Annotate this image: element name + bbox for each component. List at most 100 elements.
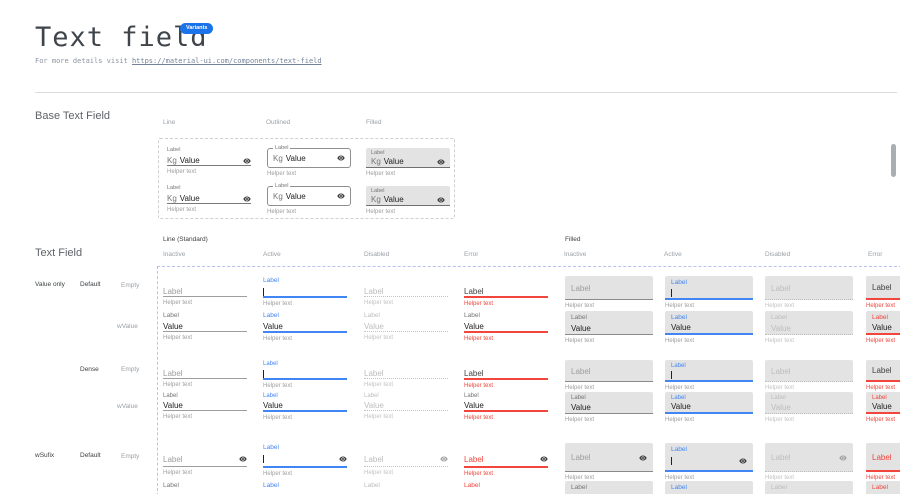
textfield-filled-inactive-dense-value[interactable]: LabelValueHelper text: [565, 392, 653, 424]
input-area: Label: [464, 368, 548, 378]
textfield-line-disabled-default-empty[interactable]: LabelHelper text: [364, 276, 448, 307]
input-area: Value: [771, 322, 847, 333]
textfield-filled-disabled-default-value[interactable]: LabelValueHelper text: [765, 311, 853, 345]
floating-label: Label: [163, 392, 247, 400]
textfield-filled-inactive-dense-empty[interactable]: LabelHelper text: [565, 360, 653, 392]
field-helper-text: Helper text: [263, 471, 347, 478]
state-header-line-disabled: Disabled: [364, 251, 389, 258]
visibility-icon[interactable]: [540, 455, 548, 463]
floating-label: Label: [263, 443, 347, 452]
filled-box: Label: [665, 276, 753, 300]
textfield-line-active-default-empty-suffix[interactable]: Label Helper text: [263, 443, 347, 478]
field-helper-text: Helper text: [665, 417, 753, 424]
textfield-filled-inactive-default-empty-suffix[interactable]: LabelHelper text: [565, 443, 653, 482]
textfield-line-disabled-default-empty-suffix[interactable]: LabelHelper text: [364, 443, 448, 477]
textfield-filled-error-default-value[interactable]: LabelValueHelper text: [866, 311, 900, 345]
rail-empty-3: Empty: [121, 453, 139, 460]
base-textfield-line[interactable]: LabelKgValueHelper text: [167, 147, 251, 176]
textfield-filled-error-default-empty[interactable]: LabelHelper text: [866, 276, 900, 310]
input-area: Value: [771, 402, 847, 412]
textfield-filled-disabled-dense-value[interactable]: LabelValueHelper text: [765, 392, 853, 424]
textfield-line-active-default-empty[interactable]: LabelHelper text: [263, 276, 347, 308]
field-helper-text: Helper text: [765, 303, 853, 310]
textfield-line-disabled-dense-value[interactable]: LabelValueHelper text: [364, 392, 448, 421]
visibility-icon[interactable]: [337, 192, 345, 200]
textfield-line-error-default-empty-suffix[interactable]: LabelHelper text: [464, 443, 548, 478]
visibility-icon[interactable]: [440, 455, 448, 463]
visibility-icon[interactable]: [243, 157, 251, 165]
textfield-line-disabled-default-value[interactable]: LabelValueHelper text: [364, 311, 448, 342]
textfield-filled-active-default-value[interactable]: LabelValueHelper text: [665, 311, 753, 345]
textfield-line-inactive-default-value-suffix[interactable]: LabelValueHelper text: [163, 481, 247, 494]
textfield-filled-disabled-dense-empty[interactable]: LabelHelper text: [765, 360, 853, 392]
textfield-line-active-dense-value[interactable]: LabelValueHelper text: [263, 392, 347, 422]
textfield-line-inactive-dense-value[interactable]: LabelValueHelper text: [163, 392, 247, 421]
field-value: Value: [286, 192, 306, 201]
scrollbar-thumb[interactable]: [891, 144, 896, 177]
textfield-line-disabled-default-value-suffix[interactable]: LabelValueHelper text: [364, 481, 448, 494]
visibility-icon[interactable]: [839, 454, 847, 462]
textfield-line-error-default-value[interactable]: LabelValueHelper text: [464, 311, 548, 343]
visibility-icon[interactable]: [337, 154, 345, 162]
input-area: Value: [571, 402, 647, 412]
variants-badge: Variants: [180, 23, 213, 34]
textfield-line-inactive-dense-empty[interactable]: LabelHelper text: [163, 360, 247, 389]
textfield-line-error-default-value-suffix[interactable]: LabelValueHelper text: [464, 481, 548, 494]
material-ui-link[interactable]: https://material-ui.com/components/text-…: [132, 57, 322, 65]
textfield-line-error-default-empty[interactable]: LabelHelper text: [464, 276, 548, 308]
textfield-filled-active-default-empty[interactable]: LabelHelper text: [665, 276, 753, 310]
textfield-line-inactive-default-empty-suffix[interactable]: LabelHelper text: [163, 443, 247, 477]
floating-label: Label: [263, 392, 347, 400]
textfield-filled-disabled-default-value-suffix[interactable]: LabelValueHelper text: [765, 481, 853, 494]
input-area: [671, 454, 747, 468]
textfield-line-error-dense-value[interactable]: LabelValueHelper text: [464, 392, 548, 422]
textfield-line-active-default-value[interactable]: LabelValueHelper text: [263, 311, 347, 343]
textfield-filled-error-default-value-suffix[interactable]: LabelValueHelper text: [866, 481, 900, 494]
textfield-filled-active-dense-empty[interactable]: LabelHelper text: [665, 360, 753, 392]
input-area: KgValue: [167, 154, 251, 165]
floating-label: Label: [872, 394, 900, 402]
input-area: Value: [571, 322, 647, 333]
textfield-filled-active-default-empty-suffix[interactable]: LabelHelper text: [665, 443, 753, 482]
textfield-line-inactive-default-empty[interactable]: LabelHelper text: [163, 276, 247, 307]
input-area: Label: [464, 452, 548, 466]
floating-label: [464, 276, 548, 285]
textfield-filled-error-default-empty-suffix[interactable]: LabelHelper text: [866, 443, 900, 482]
textfield-line-active-default-value-suffix[interactable]: LabelValueHelper text: [263, 481, 347, 494]
textfield-line-disabled-dense-empty[interactable]: LabelHelper text: [364, 360, 448, 389]
visibility-icon[interactable]: [243, 195, 251, 203]
textfield-filled-disabled-default-empty-suffix[interactable]: LabelHelper text: [765, 443, 853, 482]
state-header-filled-error: Error: [868, 251, 882, 258]
textfield-filled-active-dense-value[interactable]: LabelValueHelper text: [665, 392, 753, 424]
textfield-filled-error-dense-value[interactable]: LabelValueHelper text: [866, 392, 900, 424]
textfield-filled-inactive-default-value[interactable]: LabelValueHelper text: [565, 311, 653, 345]
field-underline: [263, 331, 347, 333]
field-helper-text: Helper text: [163, 300, 247, 307]
field-helper-text: Helper text: [263, 415, 347, 422]
base-textfield-filled[interactable]: LabelKgValueHelper text: [366, 186, 450, 216]
base-textfield-filled[interactable]: LabelKgValueHelper text: [366, 148, 450, 178]
textfield-filled-inactive-default-value-suffix[interactable]: LabelValueHelper text: [565, 481, 653, 494]
rail-default-2: Default: [80, 452, 101, 459]
textfield-line-error-dense-empty[interactable]: LabelHelper text: [464, 360, 548, 390]
textfield-filled-active-default-value-suffix[interactable]: LabelValueHelper text: [665, 481, 753, 494]
base-textfield-outlined[interactable]: LabelKgValueHelper text: [267, 186, 351, 216]
base-col-filled: Filled: [366, 119, 382, 126]
visibility-icon[interactable]: [437, 158, 445, 166]
visibility-icon[interactable]: [437, 196, 445, 204]
visibility-icon[interactable]: [739, 457, 747, 465]
floating-label: Label: [371, 150, 445, 157]
visibility-icon[interactable]: [239, 455, 247, 463]
field-underline: [163, 466, 247, 467]
textfield-filled-error-dense-empty[interactable]: LabelHelper text: [866, 360, 900, 392]
textfield-filled-inactive-default-empty[interactable]: LabelHelper text: [565, 276, 653, 310]
base-textfield-line[interactable]: LabelKgValueHelper text: [167, 185, 251, 214]
textfield-line-active-dense-empty[interactable]: LabelHelper text: [263, 360, 347, 390]
textfield-filled-disabled-default-empty[interactable]: LabelHelper text: [765, 276, 853, 310]
visibility-icon[interactable]: [639, 454, 647, 462]
outlined-box: LabelKgValue: [267, 186, 351, 206]
input-area: Label: [364, 452, 448, 466]
textfield-line-inactive-default-value[interactable]: LabelValueHelper text: [163, 311, 247, 342]
visibility-icon[interactable]: [339, 455, 347, 463]
base-textfield-outlined[interactable]: LabelKgValueHelper text: [267, 148, 351, 178]
